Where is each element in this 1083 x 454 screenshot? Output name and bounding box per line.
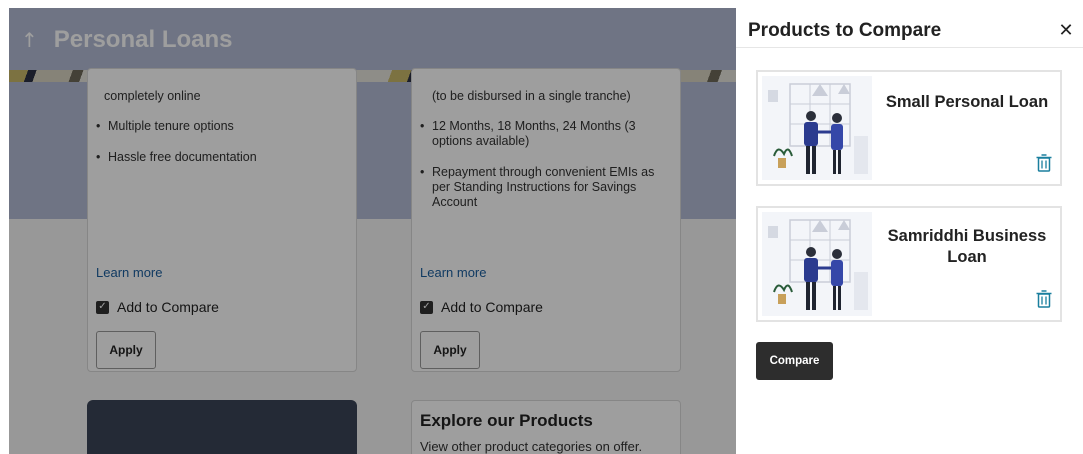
product-illustration: [762, 76, 872, 180]
product-name: Small Personal Loan: [885, 93, 1049, 111]
compare-drawer: Products to Compare ✕ Small Personal Loa…: [736, 0, 1083, 454]
compare-button[interactable]: Compare: [756, 342, 833, 380]
modal-overlay[interactable]: [9, 8, 736, 454]
business-handshake-illustration: [762, 76, 872, 180]
drawer-title: Products to Compare: [748, 20, 942, 41]
compare-product-card: Samriddhi Business Loan: [756, 206, 1062, 322]
business-handshake-illustration: [762, 212, 872, 316]
drawer-divider: [736, 47, 1083, 48]
product-illustration: [762, 212, 872, 316]
compare-product-card: Small Personal Loan: [756, 70, 1062, 186]
trash-icon[interactable]: [1036, 290, 1052, 308]
close-icon[interactable]: ✕: [1054, 18, 1078, 42]
trash-icon[interactable]: [1036, 154, 1052, 172]
background-page: ↑ Personal Loans completely online Multi…: [9, 8, 736, 454]
product-name: Samriddhi Business Loan: [887, 227, 1047, 266]
